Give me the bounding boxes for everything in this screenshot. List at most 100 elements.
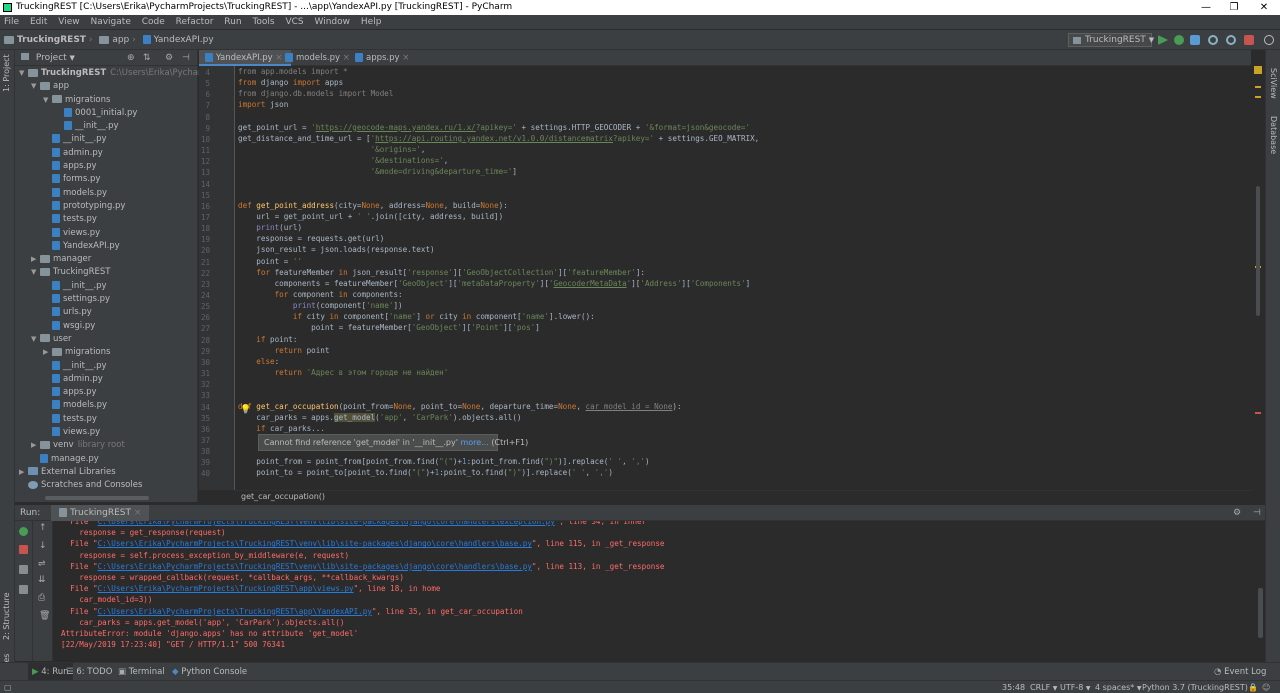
line-number[interactable]: 12 — [190, 157, 210, 166]
function-breadcrumb[interactable]: get_car_occupation() — [241, 492, 325, 501]
tree-item[interactable]: forms.py — [15, 173, 198, 186]
chevron-down-icon[interactable]: ▼ — [19, 67, 28, 80]
code-line[interactable]: from django.db.models import Model — [238, 89, 393, 98]
tab-models[interactable]: models.py × — [279, 50, 358, 66]
code-line[interactable]: point_to = point_to[point_to.find("(")+1… — [238, 468, 613, 477]
code-line[interactable]: import json — [238, 100, 288, 109]
line-number[interactable]: 26 — [190, 313, 210, 322]
code-line[interactable]: from django import apps — [238, 78, 343, 87]
sciview-tool-button[interactable]: SciView — [1269, 68, 1278, 99]
console-file-link[interactable]: C:\Users\Erika\PycharmProjects\TruckingR… — [98, 521, 555, 526]
line-number[interactable]: 38 — [190, 447, 210, 456]
file-encoding[interactable]: UTF-8 ▼ — [1060, 681, 1091, 693]
run-console[interactable]: File "C:\Users\Erika\PycharmProjects\Tru… — [53, 521, 1253, 661]
hide-panel-icon[interactable]: ⊣ — [182, 50, 190, 66]
chevron-right-icon[interactable]: ▶ — [31, 253, 40, 266]
code-line[interactable]: response = requests.get(url) — [238, 234, 384, 243]
code-line[interactable]: point = featureMember['GeoObject']['Poin… — [238, 323, 540, 332]
event-log-button[interactable]: ◔ Event Log — [1214, 663, 1266, 681]
code-line[interactable]: '&mode=driving&departure_time='] — [238, 167, 517, 176]
warning-marker[interactable] — [1255, 96, 1261, 98]
tab-terminal[interactable]: ▣ Terminal — [118, 663, 165, 681]
line-number[interactable]: 7 — [190, 101, 210, 110]
tree-item[interactable]: ▶ External Libraries — [15, 466, 198, 479]
line-number[interactable]: 28 — [190, 336, 210, 345]
tree-item[interactable]: apps.py — [15, 386, 198, 399]
tree-item[interactable]: models.py — [15, 399, 198, 412]
tree-item[interactable]: __init__.py — [15, 280, 198, 293]
lightbulb-icon[interactable]: 💡 — [240, 405, 251, 415]
code-line[interactable]: if car_parks... — [238, 424, 325, 433]
scroll-to-end-icon[interactable]: ⇊ — [38, 575, 46, 585]
line-number[interactable]: 20 — [190, 246, 210, 255]
tree-item[interactable]: admin.py — [15, 373, 198, 386]
menu-edit[interactable]: Edit — [30, 17, 47, 27]
tree-item[interactable]: wsgi.py — [15, 320, 198, 333]
coverage-icon[interactable] — [1190, 35, 1200, 45]
breadcrumb-file[interactable]: YandexAPI.py — [142, 30, 214, 50]
line-number[interactable]: 36 — [190, 425, 210, 434]
tree-item[interactable]: prototyping.py — [15, 200, 198, 213]
code-line[interactable]: for component in components: — [238, 290, 403, 299]
code-line[interactable]: if point: — [238, 335, 297, 344]
line-number[interactable]: 29 — [190, 347, 210, 356]
line-number[interactable]: 22 — [190, 269, 210, 278]
line-number[interactable]: 8 — [190, 113, 210, 122]
tree-item[interactable]: ▼ TruckingREST C:\Users\Erika\PycharmProje — [15, 67, 231, 80]
tree-item[interactable]: apps.py — [15, 160, 198, 173]
tree-item[interactable]: YandexAPI.py — [15, 240, 198, 253]
console-scrollbar[interactable] — [1258, 588, 1263, 638]
concurrency-icon[interactable] — [1226, 35, 1236, 45]
code-line[interactable]: for featureMember in json_result['respon… — [238, 268, 645, 277]
collapse-all-icon[interactable]: ⇅ — [143, 50, 151, 66]
tree-item[interactable]: ▶ venv library root — [15, 439, 198, 452]
editor-scrollbar[interactable] — [1251, 66, 1265, 502]
line-number[interactable]: 37 — [190, 436, 210, 445]
locate-file-icon[interactable]: ⊕ — [127, 50, 135, 66]
tree-item[interactable]: manage.py — [15, 453, 198, 466]
line-number[interactable]: 4 — [190, 68, 210, 77]
search-everywhere-icon[interactable] — [1264, 35, 1274, 45]
line-number[interactable]: 25 — [190, 302, 210, 311]
menu-tools[interactable]: Tools — [252, 17, 274, 27]
scroll-thumb[interactable] — [1256, 186, 1260, 316]
tree-item[interactable]: views.py — [15, 426, 198, 439]
code-line[interactable]: point_from = point_from[point_from.find(… — [238, 457, 649, 466]
rerun-icon[interactable] — [19, 527, 28, 536]
tree-item[interactable]: ▼ migrations — [15, 94, 198, 107]
menu-help[interactable]: Help — [361, 17, 382, 27]
line-number[interactable]: 39 — [190, 458, 210, 467]
horizontal-scrollbar[interactable] — [45, 496, 149, 500]
warning-marker[interactable] — [1255, 86, 1261, 88]
code-line[interactable]: car_parks = apps.get_model('app', 'CarPa… — [238, 412, 522, 422]
run-configuration-select[interactable]: TruckingREST ▼ — [1068, 33, 1154, 47]
chevron-down-icon[interactable]: ▼ — [31, 266, 40, 279]
breadcrumb-app[interactable]: app — [99, 30, 129, 50]
maximize-button[interactable]: ❐ — [1220, 0, 1248, 15]
code-line[interactable]: '&destinations=', — [238, 156, 449, 165]
debug-icon[interactable] — [1174, 35, 1184, 45]
line-number[interactable]: 34 — [190, 403, 210, 412]
console-file-link[interactable]: C:\Users\Erika\PycharmProjects\TruckingR… — [98, 584, 354, 593]
code-line[interactable]: else: — [238, 357, 279, 366]
code-line[interactable]: def get_car_occupation(point_from=None, … — [238, 402, 682, 411]
tree-item[interactable]: ▼ user — [15, 333, 198, 346]
tree-item[interactable]: __init__.py — [15, 120, 198, 133]
lock-icon[interactable]: 🔒 — [1248, 681, 1258, 693]
code-line[interactable]: get_point_url = 'https://geocode-maps.ya… — [238, 123, 750, 132]
tree-item[interactable]: ▼ app — [15, 80, 198, 93]
line-number[interactable]: 11 — [190, 146, 210, 155]
tree-item[interactable]: ▼ TruckingREST — [15, 266, 198, 279]
tree-item[interactable]: tests.py — [15, 413, 198, 426]
structure-tool-button[interactable]: 2: Structure — [2, 592, 11, 640]
tab-yandexapi[interactable]: YandexAPI.py × — [199, 50, 291, 66]
chevron-down-icon[interactable]: ▼ — [31, 80, 40, 93]
restore-layout-icon[interactable] — [19, 565, 28, 574]
tree-item[interactable]: models.py — [15, 187, 198, 200]
tree-item[interactable]: settings.py — [15, 293, 198, 306]
line-number-gutter[interactable]: 4 5 6 7 8 9 10 11 12 13 14 15 16 17 18 19 20 21 22 23 24 25 26… — [199, 66, 235, 490]
code-line[interactable]: point = '' — [238, 257, 302, 266]
menu-navigate[interactable]: Navigate — [90, 17, 130, 27]
line-number[interactable]: 6 — [190, 90, 210, 99]
menu-window[interactable]: Window — [315, 17, 351, 27]
